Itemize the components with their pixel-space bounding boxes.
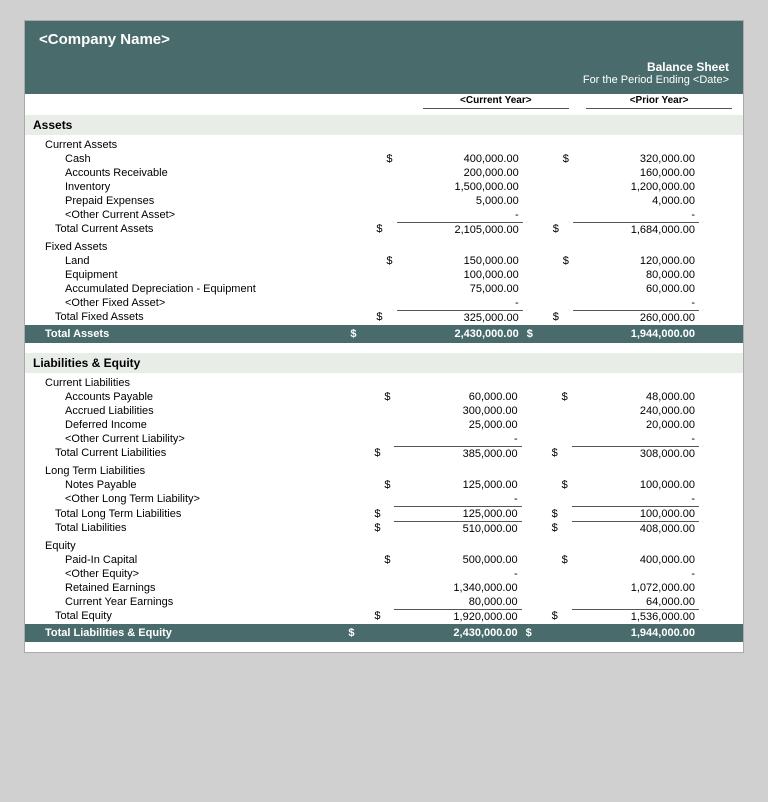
table-row: Notes Payable $ 125,000.00 $ 100,000.00 — [25, 478, 743, 492]
table-row: Inventory 1,500,000.00 1,200,000.00 — [25, 180, 743, 194]
liabilities-table: Liabilities & Equity Current Liabilities… — [25, 353, 743, 652]
fixed-assets-header: Fixed Assets — [25, 237, 743, 254]
current-assets-header: Current Assets — [25, 135, 743, 152]
company-name: <Company Name> — [39, 31, 170, 48]
report-title: Balance Sheet — [39, 60, 729, 74]
report-period: For the Period Ending <Date> — [39, 74, 729, 86]
total-liabilities-row: Total Liabilities $ 510,000.00 $ 408,000… — [25, 521, 743, 536]
total-fixed-assets-row: Total Fixed Assets $ 325,000.00 $ 260,00… — [25, 310, 743, 325]
assets-section-header: Assets — [25, 115, 743, 135]
table-row: Accumulated Depreciation - Equipment 75,… — [25, 282, 743, 296]
company-name-header: <Company Name> — [25, 21, 743, 58]
table-row: <Other Current Asset> - - — [25, 208, 743, 223]
table-row: <Other Equity> - - — [25, 567, 743, 581]
table-row: <Other Current Liability> - - — [25, 432, 743, 447]
total-equity-row: Total Equity $ 1,920,000.00 $ 1,536,000.… — [25, 609, 743, 624]
table-row: Accounts Payable $ 60,000.00 $ 48,000.00 — [25, 390, 743, 404]
liabilities-section-header: Liabilities & Equity — [25, 353, 743, 373]
total-current-liabilities-row: Total Current Liabilities $ 385,000.00 $… — [25, 446, 743, 461]
current-year-earnings-row: Current Year Earnings 80,000.00 64,000.0… — [25, 595, 743, 610]
table-row: Cash $ 400,000.00 $ 320,000.00 — [25, 152, 743, 166]
col-header-current: <Current Year> — [423, 94, 568, 109]
table-row: Deferred Income 25,000.00 20,000.00 — [25, 418, 743, 432]
total-lt-liabilities-row: Total Long Term Liabilities $ 125,000.00… — [25, 506, 743, 521]
table-row: <Other Fixed Asset> - - — [25, 296, 743, 311]
report-title-block: Balance Sheet For the Period Ending <Dat… — [25, 58, 743, 94]
table-row: Equipment 100,000.00 80,000.00 — [25, 268, 743, 282]
total-current-assets-row: Total Current Assets $ 2,105,000.00 $ 1,… — [25, 222, 743, 237]
total-assets-row: Total Assets $ 2,430,000.00 $ 1,944,000.… — [25, 325, 743, 343]
table-row: Prepaid Expenses 5,000.00 4,000.00 — [25, 194, 743, 208]
current-liabilities-header: Current Liabilities — [25, 373, 743, 390]
table-row: Accounts Receivable 200,000.00 160,000.0… — [25, 166, 743, 180]
long-term-liabilities-header: Long Term Liabilities — [25, 461, 743, 478]
assets-table: Assets Current Assets Cash $ 400,000.00 … — [25, 115, 743, 353]
table-row: Paid-In Capital $ 500,000.00 $ 400,000.0… — [25, 553, 743, 567]
total-liabilities-equity-row: Total Liabilities & Equity $ 2,430,000.0… — [25, 624, 743, 642]
column-headers: <Current Year> <Prior Year> — [25, 94, 743, 115]
table-row: Retained Earnings 1,340,000.00 1,072,000… — [25, 581, 743, 595]
table-row: Land $ 150,000.00 $ 120,000.00 — [25, 254, 743, 268]
table-row: Accrued Liabilities 300,000.00 240,000.0… — [25, 404, 743, 418]
table-row: <Other Long Term Liability> - - — [25, 492, 743, 507]
equity-header: Equity — [25, 536, 743, 553]
balance-sheet: <Company Name> Balance Sheet For the Per… — [24, 20, 744, 653]
assets-label: Assets — [25, 115, 743, 135]
col-header-prior: <Prior Year> — [586, 94, 731, 109]
